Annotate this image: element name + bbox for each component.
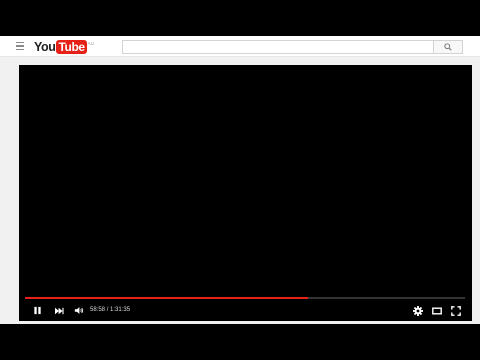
search-icon (444, 43, 452, 51)
logo-you-text: You (34, 40, 56, 54)
search-button[interactable] (433, 40, 463, 54)
theater-mode-icon (432, 307, 442, 314)
mute-button[interactable] (71, 302, 87, 319)
player-controls: 58:58 / 1:31:35 (19, 302, 472, 319)
duration: 1:31:35 (110, 307, 131, 313)
settings-button[interactable] (410, 302, 426, 319)
fullscreen-button[interactable] (448, 302, 464, 319)
search-input[interactable] (122, 40, 433, 54)
current-time: 58:58 (90, 307, 106, 313)
gear-icon (413, 305, 423, 316)
youtube-logo[interactable]: You Tube AU (34, 39, 94, 55)
guide-menu-icon[interactable] (16, 42, 26, 51)
video-player[interactable]: 58:58 / 1:31:35 (19, 65, 472, 321)
fullscreen-icon (451, 305, 461, 316)
progress-bar[interactable] (25, 297, 465, 299)
time-separator: / (106, 307, 109, 313)
theater-mode-button[interactable] (429, 302, 445, 319)
masthead: You Tube AU (0, 36, 480, 57)
youtube-page: You Tube AU 58:58 / 1:31:35 (0, 36, 480, 324)
letterbox-bottom (0, 324, 480, 360)
progress-played (25, 297, 309, 299)
time-display: 58:58 / 1:31:35 (90, 302, 130, 319)
pause-icon (33, 306, 41, 315)
logo-tube-text: Tube (56, 40, 87, 54)
letterbox-top (0, 0, 480, 36)
volume-icon (74, 307, 84, 314)
pause-button[interactable] (29, 302, 45, 319)
next-icon (55, 307, 64, 314)
next-button[interactable] (51, 302, 67, 319)
logo-region-code: AU (87, 41, 94, 46)
